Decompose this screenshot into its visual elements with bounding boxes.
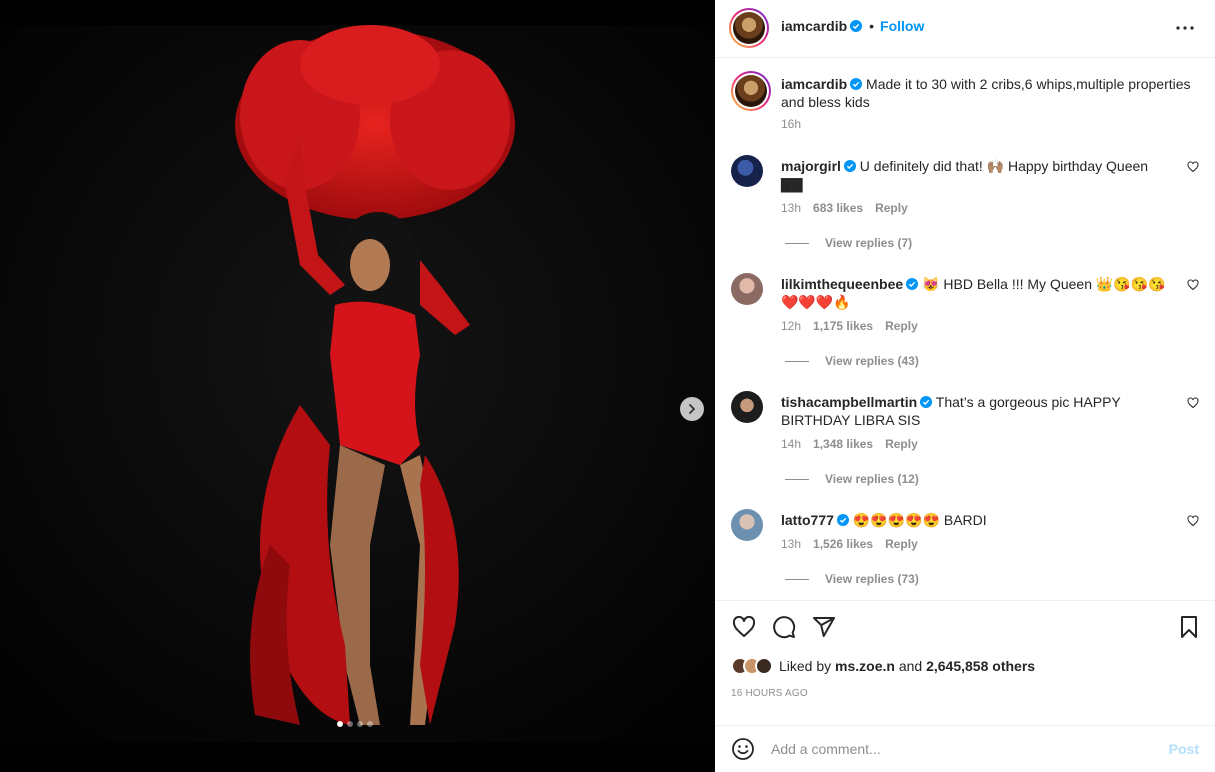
comment-meta: 14h 1,348 likes Reply: [781, 437, 918, 451]
heart-icon[interactable]: [1187, 161, 1199, 173]
caption-time: 16h: [781, 117, 802, 131]
divider: [785, 360, 809, 362]
comment-text: tishacampbellmartin That’s a gorgeous pi…: [781, 393, 1171, 429]
comment-text: lilkimthequeenbee 😻 HBD Bella !!! My Que…: [781, 275, 1171, 311]
comment-body: 😍😍😍😍😍 BARDI: [852, 512, 987, 528]
comment-meta: 13h 683 likes Reply: [781, 201, 908, 215]
divider: [785, 478, 809, 480]
next-slide-button[interactable]: [680, 397, 704, 421]
comment-meta: 13h 1,526 likes Reply: [781, 537, 918, 551]
likes-text: Liked by ms.zoe.n and 2,645,858 others: [779, 658, 1035, 674]
carousel-dot: [357, 721, 363, 727]
comment-item: tishacampbellmartin That’s a gorgeous pi…: [731, 389, 1201, 507]
caption-text: iamcardib Made it to 30 with 2 cribs,6 w…: [781, 75, 1191, 111]
post-media: [0, 0, 715, 772]
avatar[interactable]: [729, 8, 769, 48]
comment-meta: 12h 1,175 likes Reply: [781, 319, 918, 333]
reply-button[interactable]: Reply: [885, 319, 918, 333]
view-replies-button[interactable]: View replies (7): [785, 236, 912, 250]
comment-time: 12h: [781, 319, 802, 333]
verified-badge-icon: [906, 278, 919, 290]
comment-likes[interactable]: 1,175 likes: [813, 319, 873, 333]
header-username[interactable]: iamcardib: [781, 18, 847, 34]
carousel-dot: [347, 721, 353, 727]
likes-user[interactable]: ms.zoe.n: [835, 658, 895, 674]
caption-meta: 16h: [781, 117, 801, 131]
share-icon[interactable]: [812, 615, 836, 639]
reply-button[interactable]: Reply: [885, 537, 918, 551]
avatar[interactable]: [731, 155, 763, 187]
comment-username[interactable]: tishacampbellmartin: [781, 394, 917, 410]
follow-button[interactable]: Follow: [880, 18, 924, 34]
reply-button[interactable]: Reply: [875, 201, 908, 215]
view-replies-label: View replies (7): [825, 236, 913, 250]
divider: [785, 242, 809, 244]
comment-username[interactable]: lilkimthequeenbee: [781, 276, 903, 292]
chevron-right-icon: [689, 404, 695, 414]
avatar[interactable]: [731, 273, 763, 305]
post-header: iamcardib • Follow: [715, 0, 1215, 58]
comment-item: latto777 😍😍😍😍😍 BARDI 13h 1,526 likes Rep…: [731, 507, 1201, 601]
comment-input[interactable]: [771, 738, 1151, 760]
avatar: [755, 657, 773, 675]
comment-likes[interactable]: 1,348 likes: [813, 437, 873, 451]
comment-username[interactable]: latto777: [781, 512, 834, 528]
verified-badge-icon: [850, 78, 863, 90]
comment-time: 13h: [781, 201, 802, 215]
comment-time: 14h: [781, 437, 802, 451]
verified-badge-icon: [850, 20, 863, 32]
comment-icon[interactable]: [772, 615, 796, 639]
emoji-icon[interactable]: [731, 737, 755, 761]
likes-prefix: Liked by: [779, 658, 832, 674]
avatar[interactable]: [731, 391, 763, 423]
carousel-dot: [337, 721, 343, 727]
view-replies-label: View replies (73): [825, 572, 919, 586]
more-icon[interactable]: [1173, 18, 1197, 38]
view-replies-label: View replies (12): [825, 472, 919, 486]
post-side-panel: iamcardib • Follow iamcardib Made it to …: [715, 0, 1215, 772]
post-comment-button[interactable]: Post: [1169, 741, 1199, 757]
comment-text: latto777 😍😍😍😍😍 BARDI: [781, 511, 1171, 529]
likes-summary[interactable]: Liked by ms.zoe.n and 2,645,858 others: [731, 657, 1035, 675]
heart-icon[interactable]: [732, 615, 756, 639]
view-replies-button[interactable]: View replies (12): [785, 472, 919, 486]
carousel-dot: [367, 721, 373, 727]
post-timestamp: 16 HOURS AGO: [731, 688, 808, 699]
likes-and: and: [898, 658, 923, 674]
view-replies-button[interactable]: View replies (73): [785, 572, 919, 586]
divider: [785, 578, 809, 580]
comment-item: majorgirl U definitely did that! 🙌🏽 Happ…: [731, 153, 1201, 271]
verified-badge-icon: [843, 160, 856, 172]
post-image[interactable]: [0, 25, 715, 743]
post-photo: [0, 25, 715, 743]
add-comment-bar: Post: [715, 725, 1215, 772]
avatar[interactable]: [731, 71, 771, 111]
header-user: iamcardib • Follow: [781, 18, 924, 34]
reply-button[interactable]: Reply: [885, 437, 918, 451]
heart-icon[interactable]: [1187, 515, 1199, 527]
comments-list[interactable]: iamcardib Made it to 30 with 2 cribs,6 w…: [715, 59, 1215, 601]
bookmark-icon[interactable]: [1177, 615, 1201, 639]
comment-likes[interactable]: 683 likes: [813, 201, 863, 215]
carousel-indicator: [337, 721, 373, 727]
view-replies-label: View replies (43): [825, 354, 919, 368]
comment-item: lilkimthequeenbee 😻 HBD Bella !!! My Que…: [731, 271, 1201, 389]
verified-badge-icon: [836, 514, 849, 526]
likes-count[interactable]: 2,645,858 others: [926, 658, 1035, 674]
heart-icon[interactable]: [1187, 279, 1199, 291]
comment-username[interactable]: majorgirl: [781, 158, 841, 174]
caption-username[interactable]: iamcardib: [781, 76, 847, 92]
comment-text: majorgirl U definitely did that! 🙌🏽 Happ…: [781, 157, 1171, 193]
verified-badge-icon: [920, 396, 933, 408]
comment-likes[interactable]: 1,526 likes: [813, 537, 873, 551]
view-replies-button[interactable]: View replies (43): [785, 354, 919, 368]
comment-time: 13h: [781, 537, 802, 551]
separator-dot: •: [869, 18, 875, 34]
post-actions: Liked by ms.zoe.n and 2,645,858 others 1…: [715, 600, 1215, 772]
heart-icon[interactable]: [1187, 397, 1199, 409]
avatar[interactable]: [731, 509, 763, 541]
